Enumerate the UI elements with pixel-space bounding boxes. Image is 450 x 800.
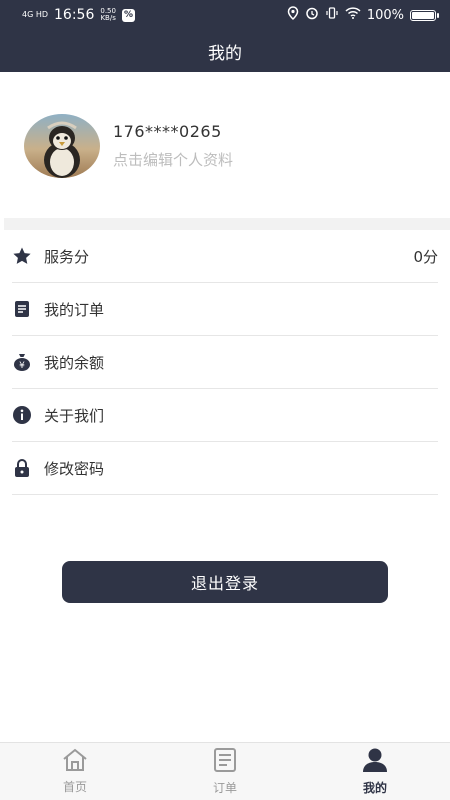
info-icon (12, 405, 32, 425)
menu-item-my-balance[interactable]: ¥ 我的余额 (12, 336, 438, 389)
document-icon (12, 299, 32, 319)
menu-item-my-orders[interactable]: 我的订单 (12, 283, 438, 336)
battery-percent: 100% (366, 7, 404, 23)
tab-orders[interactable]: 订单 (150, 743, 300, 800)
menu-label: 我的余额 (44, 353, 105, 372)
lock-icon (12, 458, 32, 478)
money-bag-icon: ¥ (12, 352, 32, 372)
status-bar: 4G HD 16:56 0.50 KB/s % 100% (0, 0, 450, 30)
page-header: 我的 (0, 30, 450, 72)
tab-home[interactable]: 首页 (0, 743, 150, 800)
section-divider (4, 218, 450, 230)
menu-label: 关于我们 (44, 406, 105, 425)
logout-button[interactable]: 退出登录 (62, 561, 388, 603)
network-speed: 0.50 KB/s (100, 8, 116, 22)
service-score-value: 0分 (413, 247, 438, 266)
profile-section[interactable]: 176****0265 点击编辑个人资料 (0, 72, 450, 218)
alarm-icon (305, 6, 319, 24)
bottom-tab-bar: 首页 订单 我的 (0, 742, 450, 800)
battery-icon (410, 9, 439, 21)
order-icon (213, 747, 237, 777)
menu-label: 修改密码 (44, 459, 105, 478)
wifi-icon (345, 7, 361, 23)
network-indicator: 4G HD (22, 10, 49, 19)
tab-label: 订单 (212, 781, 237, 795)
edit-profile-link[interactable]: 点击编辑个人资料 (113, 149, 233, 170)
tab-mine[interactable]: 我的 (300, 743, 450, 800)
location-icon (287, 6, 299, 24)
menu-item-change-password[interactable]: 修改密码 (12, 442, 438, 495)
svg-text:¥: ¥ (19, 361, 25, 371)
notification-badge: % (121, 8, 135, 22)
star-icon (12, 246, 32, 266)
user-phone: 176****0265 (113, 122, 222, 141)
menu-item-about-us[interactable]: 关于我们 (12, 389, 438, 442)
menu-item-service-score[interactable]: 服务分 0分 (12, 230, 438, 283)
tab-label: 首页 (62, 780, 87, 794)
settings-menu: 服务分 0分 我的订单 ¥ 我的余额 关于我们 修改密码 (0, 230, 450, 495)
status-time: 16:56 (54, 7, 95, 23)
avatar[interactable] (24, 114, 100, 178)
menu-label: 我的订单 (44, 300, 105, 319)
tab-label: 我的 (362, 781, 387, 795)
page-title: 我的 (208, 43, 242, 64)
user-icon (361, 747, 389, 777)
network-speed-unit: KB/s (100, 14, 116, 22)
home-icon (61, 748, 89, 776)
menu-label: 服务分 (44, 247, 90, 266)
vibrate-icon (325, 6, 339, 24)
